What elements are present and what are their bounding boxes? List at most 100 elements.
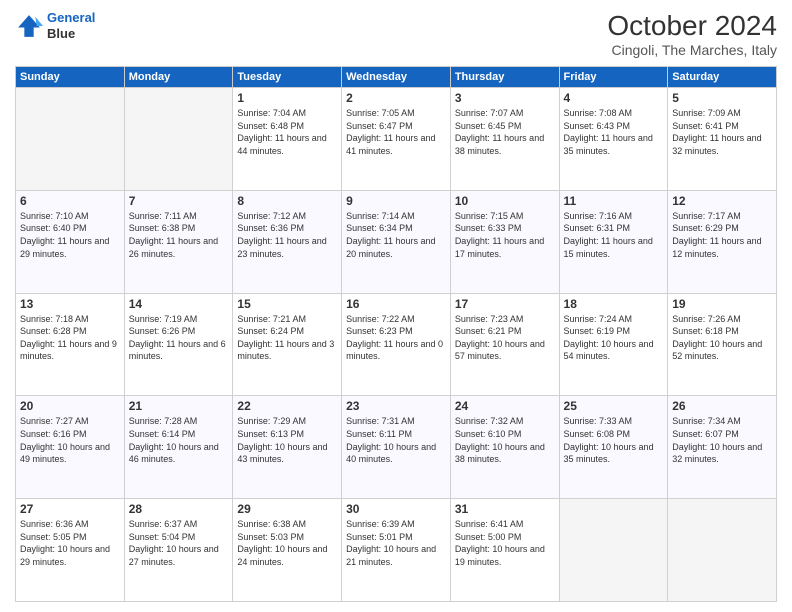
day-info: Sunrise: 7:26 AM Sunset: 6:18 PM Dayligh…	[672, 313, 772, 363]
day-number: 6	[20, 194, 120, 208]
day-number: 19	[672, 297, 772, 311]
day-number: 17	[455, 297, 555, 311]
day-number: 22	[237, 399, 337, 413]
day-number: 5	[672, 91, 772, 105]
calendar-cell: 12Sunrise: 7:17 AM Sunset: 6:29 PM Dayli…	[668, 190, 777, 293]
day-number: 15	[237, 297, 337, 311]
weekday-header-tuesday: Tuesday	[233, 67, 342, 88]
calendar-cell: 3Sunrise: 7:07 AM Sunset: 6:45 PM Daylig…	[450, 88, 559, 191]
day-info: Sunrise: 6:38 AM Sunset: 5:03 PM Dayligh…	[237, 518, 337, 568]
day-info: Sunrise: 7:34 AM Sunset: 6:07 PM Dayligh…	[672, 415, 772, 465]
logo-line2: Blue	[47, 26, 95, 42]
day-info: Sunrise: 7:11 AM Sunset: 6:38 PM Dayligh…	[129, 210, 229, 260]
day-info: Sunrise: 7:08 AM Sunset: 6:43 PM Dayligh…	[564, 107, 664, 157]
day-number: 11	[564, 194, 664, 208]
calendar-cell: 1Sunrise: 7:04 AM Sunset: 6:48 PM Daylig…	[233, 88, 342, 191]
day-number: 31	[455, 502, 555, 516]
calendar-cell	[16, 88, 125, 191]
calendar-cell: 18 Sunrise: 7:24 AM Sunset: 6:19 PM Dayli…	[559, 293, 668, 396]
logo: General Blue	[15, 10, 95, 41]
calendar-cell: 19 Sunrise: 7:26 AM Sunset: 6:18 PM Dayli…	[668, 293, 777, 396]
weekday-header-friday: Friday	[559, 67, 668, 88]
day-number: 3	[455, 91, 555, 105]
calendar-cell: 14 Sunrise: 7:19 AM Sunset: 6:26 PM Dayli…	[124, 293, 233, 396]
weekday-header-wednesday: Wednesday	[342, 67, 451, 88]
calendar-week-5: 27 Sunrise: 6:36 AM Sunset: 5:05 PM Dayli…	[16, 499, 777, 602]
calendar-week-1: 1Sunrise: 7:04 AM Sunset: 6:48 PM Daylig…	[16, 88, 777, 191]
calendar-cell: 24 Sunrise: 7:32 AM Sunset: 6:10 PM Dayli…	[450, 396, 559, 499]
day-info: Sunrise: 7:29 AM Sunset: 6:13 PM Dayligh…	[237, 415, 337, 465]
day-number: 24	[455, 399, 555, 413]
day-info: Sunrise: 7:17 AM Sunset: 6:29 PM Dayligh…	[672, 210, 772, 260]
day-info: Sunrise: 7:24 AM Sunset: 6:19 PM Dayligh…	[564, 313, 664, 363]
day-number: 16	[346, 297, 446, 311]
day-number: 30	[346, 502, 446, 516]
day-info: Sunrise: 7:28 AM Sunset: 6:14 PM Dayligh…	[129, 415, 229, 465]
day-info: Sunrise: 6:39 AM Sunset: 5:01 PM Dayligh…	[346, 518, 446, 568]
day-number: 10	[455, 194, 555, 208]
calendar-cell: 29 Sunrise: 6:38 AM Sunset: 5:03 PM Dayli…	[233, 499, 342, 602]
day-info: Sunrise: 7:32 AM Sunset: 6:10 PM Dayligh…	[455, 415, 555, 465]
calendar-cell: 9 Sunrise: 7:14 AM Sunset: 6:34 PM Daylig…	[342, 190, 451, 293]
calendar-cell	[124, 88, 233, 191]
calendar: SundayMondayTuesdayWednesdayThursdayFrid…	[15, 66, 777, 602]
day-number: 28	[129, 502, 229, 516]
day-number: 7	[129, 194, 229, 208]
calendar-cell	[559, 499, 668, 602]
day-number: 2	[346, 91, 446, 105]
day-info: Sunrise: 7:12 AM Sunset: 6:36 PM Dayligh…	[237, 210, 337, 260]
day-info: Sunrise: 7:10 AM Sunset: 6:40 PM Dayligh…	[20, 210, 120, 260]
day-info: Sunrise: 7:18 AM Sunset: 6:28 PM Dayligh…	[20, 313, 120, 363]
day-number: 26	[672, 399, 772, 413]
weekday-header-saturday: Saturday	[668, 67, 777, 88]
day-number: 9	[346, 194, 446, 208]
day-info: Sunrise: 7:19 AM Sunset: 6:26 PM Dayligh…	[129, 313, 229, 363]
day-info: Sunrise: 6:36 AM Sunset: 5:05 PM Dayligh…	[20, 518, 120, 568]
weekday-header-monday: Monday	[124, 67, 233, 88]
calendar-cell: 15Sunrise: 7:21 AM Sunset: 6:24 PM Dayli…	[233, 293, 342, 396]
day-number: 27	[20, 502, 120, 516]
calendar-cell: 28 Sunrise: 6:37 AM Sunset: 5:04 PM Dayli…	[124, 499, 233, 602]
day-info: Sunrise: 7:14 AM Sunset: 6:34 PM Dayligh…	[346, 210, 446, 260]
calendar-cell: 5Sunrise: 7:09 AM Sunset: 6:41 PM Daylig…	[668, 88, 777, 191]
day-info: Sunrise: 6:37 AM Sunset: 5:04 PM Dayligh…	[129, 518, 229, 568]
calendar-cell: 13 Sunrise: 7:18 AM Sunset: 6:28 PM Dayli…	[16, 293, 125, 396]
calendar-cell: 10 Sunrise: 7:15 AM Sunset: 6:33 PM Dayli…	[450, 190, 559, 293]
location-title: Cingoli, The Marches, Italy	[607, 42, 777, 58]
day-number: 8	[237, 194, 337, 208]
day-info: Sunrise: 7:16 AM Sunset: 6:31 PM Dayligh…	[564, 210, 664, 260]
logo-line1: General	[47, 10, 95, 25]
day-number: 25	[564, 399, 664, 413]
month-title: October 2024	[607, 10, 777, 42]
title-block: October 2024 Cingoli, The Marches, Italy	[607, 10, 777, 58]
day-info: Sunrise: 7:33 AM Sunset: 6:08 PM Dayligh…	[564, 415, 664, 465]
calendar-cell: 25 Sunrise: 7:33 AM Sunset: 6:08 PM Dayli…	[559, 396, 668, 499]
calendar-cell	[668, 499, 777, 602]
calendar-cell: 8 Sunrise: 7:12 AM Sunset: 6:36 PM Daylig…	[233, 190, 342, 293]
day-number: 23	[346, 399, 446, 413]
calendar-cell: 27 Sunrise: 6:36 AM Sunset: 5:05 PM Dayli…	[16, 499, 125, 602]
calendar-cell: 23 Sunrise: 7:31 AM Sunset: 6:11 PM Dayli…	[342, 396, 451, 499]
day-info: Sunrise: 7:22 AM Sunset: 6:23 PM Dayligh…	[346, 313, 446, 363]
calendar-week-4: 20Sunrise: 7:27 AM Sunset: 6:16 PM Dayli…	[16, 396, 777, 499]
calendar-week-2: 6 Sunrise: 7:10 AM Sunset: 6:40 PM Daylig…	[16, 190, 777, 293]
day-info: Sunrise: 7:27 AM Sunset: 6:16 PM Dayligh…	[20, 415, 120, 465]
calendar-cell: 16 Sunrise: 7:22 AM Sunset: 6:23 PM Dayli…	[342, 293, 451, 396]
day-number: 4	[564, 91, 664, 105]
day-number: 13	[20, 297, 120, 311]
day-number: 29	[237, 502, 337, 516]
day-info: Sunrise: 7:31 AM Sunset: 6:11 PM Dayligh…	[346, 415, 446, 465]
day-number: 18	[564, 297, 664, 311]
day-info: Sunrise: 7:23 AM Sunset: 6:21 PM Dayligh…	[455, 313, 555, 363]
day-info: Sunrise: 6:41 AM Sunset: 5:00 PM Dayligh…	[455, 518, 555, 568]
calendar-cell: 11 Sunrise: 7:16 AM Sunset: 6:31 PM Dayli…	[559, 190, 668, 293]
day-info: Sunrise: 7:04 AM Sunset: 6:48 PM Dayligh…	[237, 107, 337, 157]
calendar-cell: 20Sunrise: 7:27 AM Sunset: 6:16 PM Dayli…	[16, 396, 125, 499]
logo-text: General Blue	[47, 10, 95, 41]
calendar-cell: 31 Sunrise: 6:41 AM Sunset: 5:00 PM Dayli…	[450, 499, 559, 602]
weekday-header-thursday: Thursday	[450, 67, 559, 88]
calendar-cell: 4 Sunrise: 7:08 AM Sunset: 6:43 PM Daylig…	[559, 88, 668, 191]
day-info: Sunrise: 7:15 AM Sunset: 6:33 PM Dayligh…	[455, 210, 555, 260]
calendar-cell: 26 Sunrise: 7:34 AM Sunset: 6:07 PM Dayli…	[668, 396, 777, 499]
day-number: 14	[129, 297, 229, 311]
